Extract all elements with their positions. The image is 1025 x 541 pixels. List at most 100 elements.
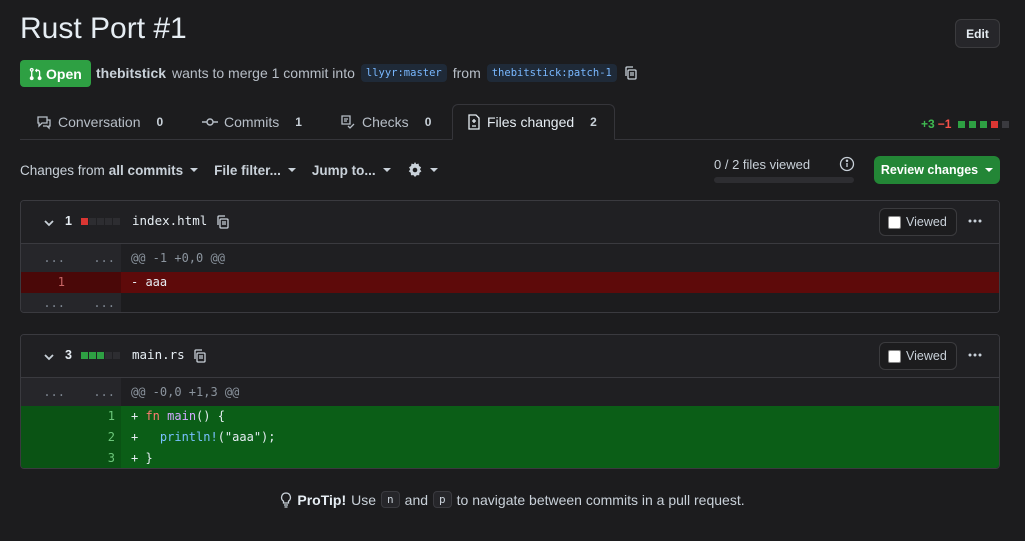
line-code: + fn main() { xyxy=(131,409,225,423)
from-text: from xyxy=(452,65,481,81)
tab-files-changed[interactable]: Files changed 2 xyxy=(452,104,615,140)
tab-commits[interactable]: Commits 1 xyxy=(202,104,302,140)
diffstat-block xyxy=(81,352,88,359)
hunk-text: @@ -0,0 +1,3 @@ xyxy=(121,378,999,406)
file-diffstat xyxy=(81,218,121,225)
tab-conversation[interactable]: Conversation 0 xyxy=(36,104,163,140)
chevron-down-icon[interactable] xyxy=(43,217,55,229)
file-diff-icon xyxy=(468,114,480,130)
line-code: - aaa xyxy=(131,275,168,289)
file-name[interactable]: main.rs xyxy=(132,347,185,362)
changes-from-prefix: Changes from xyxy=(20,162,105,178)
gear-icon xyxy=(408,162,422,177)
additions-count: +3 xyxy=(921,117,935,131)
old-line-number[interactable] xyxy=(21,448,71,468)
base-branch[interactable]: llyyr:master xyxy=(360,64,447,82)
tab-label: Commits xyxy=(224,114,280,130)
file-diff-index-html: 1 index.html Viewed ... ... @@ -1 +0,0 @… xyxy=(20,200,1000,313)
status-label: Open xyxy=(46,65,82,82)
protip: ProTip! Use n and p to navigate between … xyxy=(0,491,1025,508)
caret-down-icon xyxy=(985,168,994,172)
diffstat: +3 −1 xyxy=(921,117,1010,131)
settings-dropdown[interactable] xyxy=(407,162,438,178)
diff-line-added: 2 + println!("aaa"); xyxy=(21,427,999,448)
expand-marker[interactable]: ... xyxy=(71,378,121,406)
tab-count: 0 xyxy=(424,115,432,129)
old-line-number[interactable] xyxy=(21,427,71,448)
viewed-checkbox[interactable]: Viewed xyxy=(879,342,957,370)
line-code: + } xyxy=(131,451,153,465)
expand-marker[interactable]: ... xyxy=(21,293,71,312)
diff-toolbar: Changes from all commits File filter... … xyxy=(20,162,438,178)
old-line-number[interactable]: 1 xyxy=(21,272,71,293)
tab-count: 2 xyxy=(590,115,597,129)
copy-icon[interactable] xyxy=(192,348,208,364)
edit-button[interactable]: Edit xyxy=(955,19,1000,48)
tab-checks[interactable]: Checks 0 xyxy=(340,104,431,140)
review-changes-button[interactable]: Review changes xyxy=(874,156,1000,184)
diffstat-block xyxy=(97,218,104,225)
new-line-number[interactable] xyxy=(71,272,121,293)
file-filter-dropdown[interactable]: File filter... xyxy=(214,162,296,178)
diff-line-added: 3 + } xyxy=(21,448,999,468)
diffstat-block xyxy=(105,352,112,359)
protip-rest: to navigate between commits in a pull re… xyxy=(456,491,745,508)
file-name[interactable]: index.html xyxy=(132,213,207,228)
diffstat-block xyxy=(97,352,104,359)
line-code: + println!("aaa"); xyxy=(131,430,276,444)
tab-label: Files changed xyxy=(487,114,575,130)
viewed-checkbox[interactable]: Viewed xyxy=(879,208,957,236)
diffstat-block xyxy=(113,218,120,225)
diffstat-block xyxy=(958,120,966,128)
tab-count: 0 xyxy=(156,115,164,129)
changes-from-value: all commits xyxy=(108,162,184,178)
expand-marker[interactable]: ... xyxy=(21,244,71,272)
checkbox[interactable] xyxy=(888,215,901,229)
info-icon[interactable] xyxy=(839,156,855,172)
jump-to-label: Jump to... xyxy=(311,162,376,178)
copy-icon[interactable] xyxy=(215,214,231,230)
file-header: 1 index.html Viewed xyxy=(21,201,999,244)
protip-use: Use xyxy=(351,491,377,508)
old-line-number[interactable] xyxy=(21,406,71,427)
status-badge: Open xyxy=(20,60,91,87)
hunk-header[interactable]: ... ... @@ -0,0 +1,3 @@ xyxy=(21,378,999,406)
checkbox[interactable] xyxy=(888,349,901,363)
diffstat-block xyxy=(1002,120,1010,128)
diff-line-added: 1 + fn main() { xyxy=(21,406,999,427)
light-bulb-icon xyxy=(281,491,292,508)
files-viewed-progress xyxy=(714,177,854,183)
viewed-label: Viewed xyxy=(906,349,947,363)
new-line-number[interactable]: 3 xyxy=(71,448,121,468)
file-change-count: 1 xyxy=(65,214,72,228)
diffstat-block xyxy=(980,120,988,128)
kbd-p: p xyxy=(433,491,452,508)
checklist-icon xyxy=(341,115,355,129)
file-header: 3 main.rs Viewed xyxy=(21,335,999,378)
protip-and: and xyxy=(404,491,429,508)
new-line-number[interactable]: 2 xyxy=(71,427,121,448)
expand-marker[interactable]: ... xyxy=(21,378,71,406)
diffstat-block xyxy=(89,218,96,225)
hunk-header[interactable]: ... ... @@ -1 +0,0 @@ xyxy=(21,244,999,272)
jump-to-dropdown[interactable]: Jump to... xyxy=(312,162,391,178)
diffstat-block xyxy=(81,218,88,225)
changes-from-dropdown[interactable]: Changes from all commits xyxy=(20,162,199,178)
new-line-number[interactable]: 1 xyxy=(71,406,121,427)
diffstat-block xyxy=(969,120,977,128)
hunk-text: @@ -1 +0,0 @@ xyxy=(121,244,999,272)
author-link[interactable]: thebitstick xyxy=(96,65,166,81)
head-branch[interactable]: thebitstick:patch-1 xyxy=(486,64,617,82)
caret-down-icon xyxy=(382,168,391,172)
review-changes-label: Review changes xyxy=(880,163,979,177)
expand-marker[interactable]: ... xyxy=(71,244,121,272)
copy-icon[interactable] xyxy=(623,65,639,81)
kebab-horizontal-icon[interactable] xyxy=(967,213,983,229)
caret-down-icon xyxy=(190,168,199,172)
expand-marker[interactable]: ... xyxy=(71,293,121,312)
tab-count: 1 xyxy=(295,115,302,129)
kebab-horizontal-icon[interactable] xyxy=(967,347,983,363)
chevron-down-icon[interactable] xyxy=(43,351,55,363)
expand-row[interactable]: ... ... xyxy=(21,293,999,312)
caret-down-icon xyxy=(429,168,438,172)
